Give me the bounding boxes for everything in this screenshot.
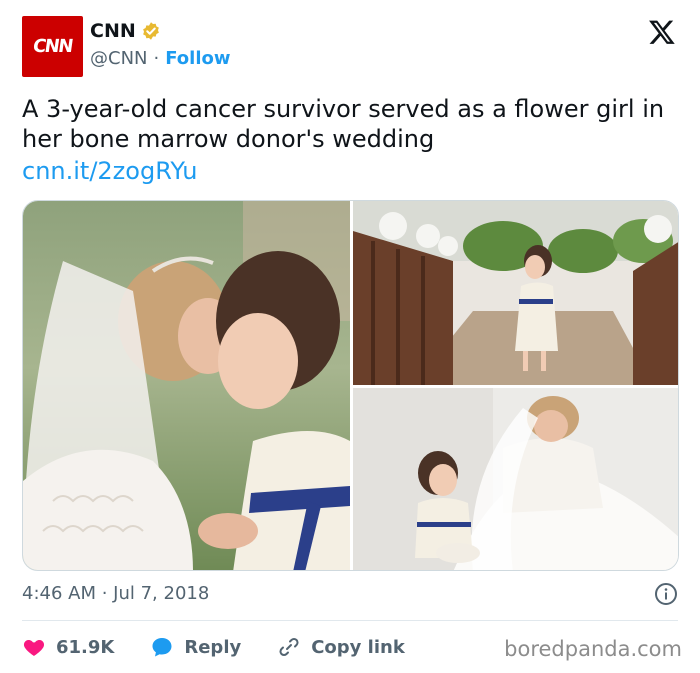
tweet-text: A 3-year-old cancer survivor served as a… [22, 95, 665, 153]
cnn-logo-text: CNN [31, 36, 74, 57]
tweet-link[interactable]: cnn.it/2zogRYu [22, 156, 197, 186]
photo-bride-and-girl[interactable] [23, 201, 350, 571]
info-icon[interactable] [654, 582, 678, 606]
photo-bride-seated-with-girl[interactable] [353, 388, 679, 571]
like-button[interactable]: 61.9K [22, 635, 114, 659]
follow-button[interactable]: Follow [165, 48, 230, 69]
like-count: 61.9K [56, 636, 115, 658]
reply-label: Reply [184, 636, 242, 658]
photo-girl-in-aisle[interactable] [353, 201, 679, 385]
watermark: boredpanda.com [504, 637, 682, 661]
reply-bubble-icon [152, 638, 172, 657]
cnn-avatar[interactable]: CNN [22, 16, 83, 77]
reply-button[interactable]: Reply [150, 635, 241, 659]
heart-icon [23, 640, 45, 656]
account-handle[interactable]: @CNN [90, 48, 148, 69]
copy-link-button[interactable]: Copy link [277, 635, 405, 659]
handle-row: @CNN · Follow [90, 48, 231, 69]
tweet-actions: 61.9K Reply Copy link [22, 632, 441, 662]
tweet-timestamp[interactable]: 4:46 AM · Jul 7, 2018 [22, 583, 209, 604]
separator: · [153, 48, 160, 69]
divider [22, 620, 678, 621]
account-name[interactable]: CNN [90, 20, 136, 42]
link-icon [279, 637, 299, 657]
tweet-header: CNN CNN @CNN · Follow [22, 16, 680, 78]
name-row: CNN [90, 20, 161, 42]
x-logo-icon[interactable] [648, 18, 676, 46]
tweet-media-grid[interactable] [22, 200, 679, 571]
copy-link-label: Copy link [311, 636, 405, 658]
verified-badge-icon [142, 22, 159, 40]
